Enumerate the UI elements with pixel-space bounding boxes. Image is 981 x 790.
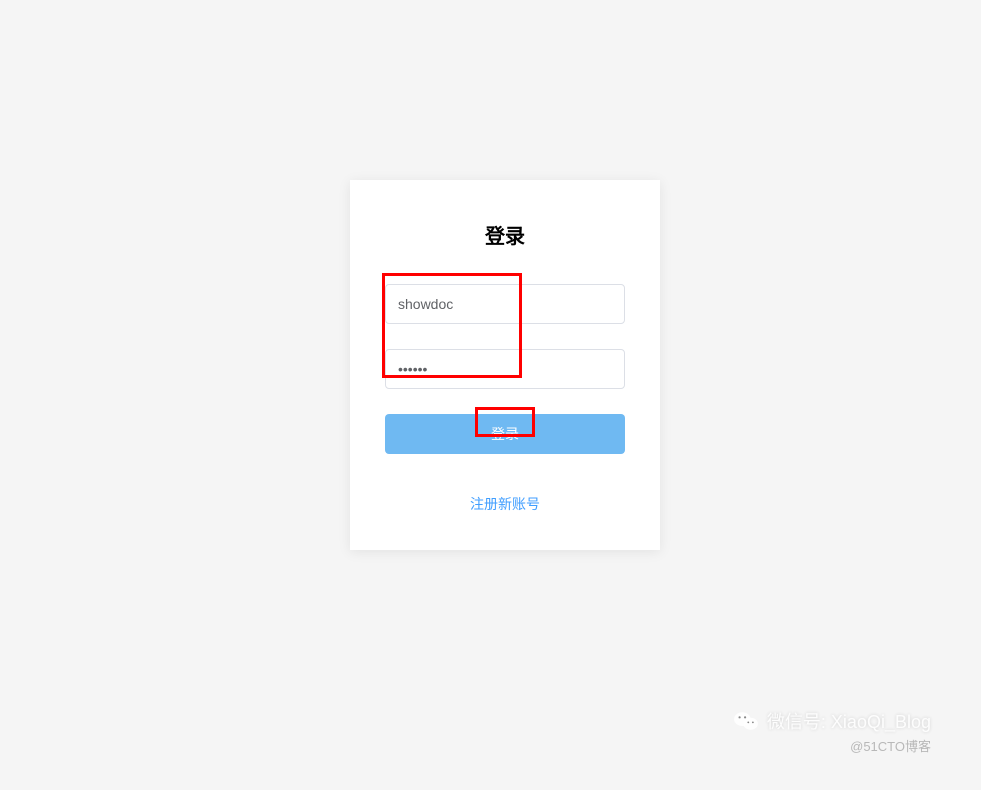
wechat-text: 微信号: XiaoQi_Blog — [767, 708, 931, 734]
username-wrapper — [370, 284, 640, 324]
wechat-line: 微信号: XiaoQi_Blog — [733, 708, 931, 734]
wechat-prefix: 微信号: — [767, 712, 826, 732]
password-wrapper — [370, 349, 640, 389]
username-input[interactable] — [385, 284, 625, 324]
password-input[interactable] — [385, 349, 625, 389]
watermark: 微信号: XiaoQi_Blog @51CTO博客 — [733, 708, 931, 755]
blog-credit: @51CTO博客 — [850, 736, 931, 755]
wechat-id: XiaoQi_Blog — [831, 712, 931, 732]
login-button[interactable]: 登录 — [385, 414, 625, 454]
register-link[interactable]: 注册新账号 — [370, 494, 640, 514]
wechat-icon — [733, 710, 759, 732]
login-card: 登录 登录 注册新账号 — [350, 180, 660, 550]
login-title: 登录 — [370, 220, 640, 249]
